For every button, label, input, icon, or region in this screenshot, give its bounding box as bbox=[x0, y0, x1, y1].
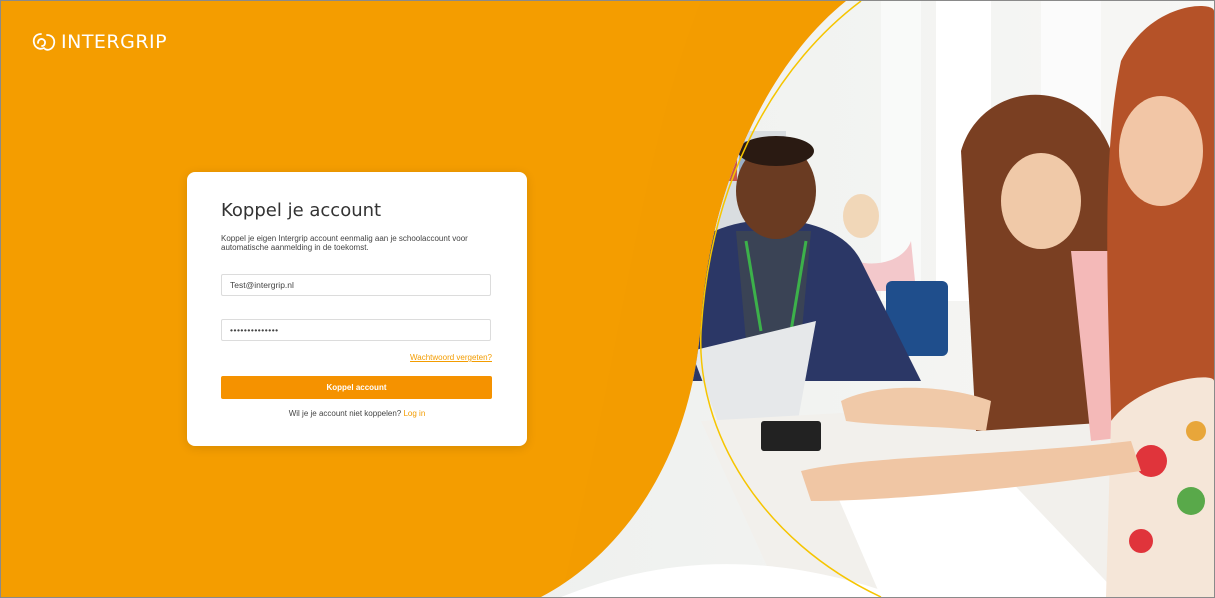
brand-name: INTERGRIP bbox=[61, 31, 168, 53]
intro-text: Koppel je eigen Intergrip account eenmal… bbox=[221, 234, 468, 252]
page-title: Koppel je account bbox=[221, 200, 382, 221]
intergrip-logo-icon bbox=[32, 33, 56, 51]
skip-linking-text: Wil je je account niet koppelen? Log in bbox=[187, 409, 527, 418]
login-link[interactable]: Log in bbox=[403, 409, 425, 418]
hero-background bbox=[1, 1, 1214, 597]
link-account-button[interactable]: Koppel account bbox=[221, 376, 492, 399]
forgot-password-link[interactable]: Wachtwoord vergeten? bbox=[410, 353, 492, 362]
password-field[interactable]: •••••••••••••• bbox=[221, 319, 491, 341]
skip-linking-question: Wil je je account niet koppelen? bbox=[288, 409, 402, 418]
link-account-card: Koppel je account Koppel je eigen Interg… bbox=[187, 172, 527, 446]
login-page: INTERGRIP Koppel je account Koppel je ei… bbox=[0, 0, 1215, 598]
email-field[interactable]: Test@intergrip.nl bbox=[221, 274, 491, 296]
intergrip-logo[interactable]: INTERGRIP bbox=[31, 31, 167, 53]
